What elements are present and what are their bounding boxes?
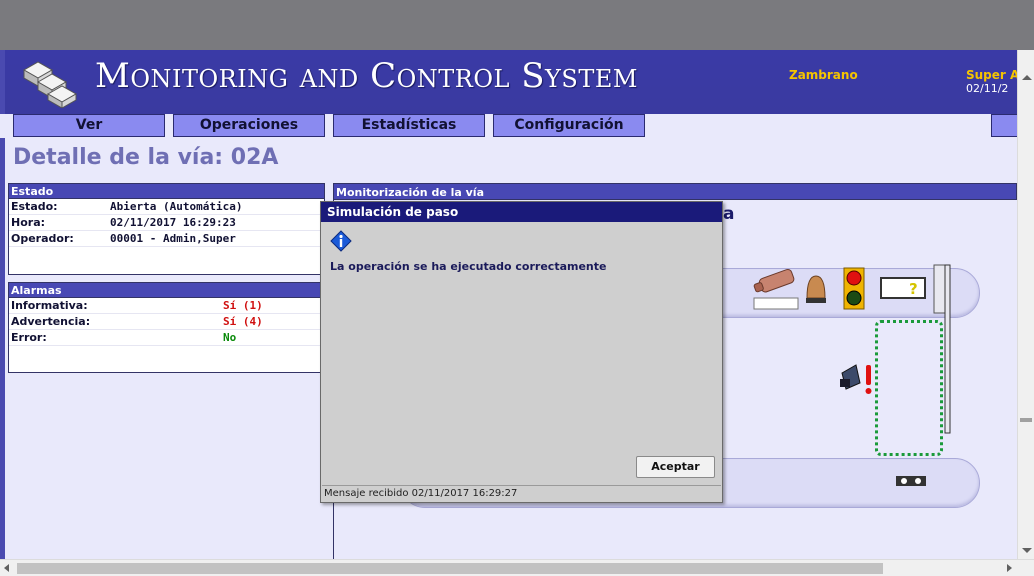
dialog-title: Simulación de paso [321, 202, 722, 222]
info-icon [330, 230, 352, 252]
menu-estadisticas[interactable]: Estadísticas [333, 114, 485, 137]
advertencia-label: Advertencia: [11, 315, 91, 328]
scroll-down-icon[interactable] [1022, 548, 1032, 553]
app-banner: Monitoring and Control System Zambrano S… [0, 50, 1020, 114]
alarmas-header: Alarmas [9, 283, 324, 298]
alarmas-panel: Alarmas Informativa: Sí (1) Advertencia:… [8, 282, 325, 373]
informativa-value[interactable]: Sí (1) [223, 299, 263, 312]
accept-button[interactable]: Aceptar [636, 456, 715, 478]
scroll-thumb-horizontal[interactable] [17, 563, 883, 574]
menu-bar: Ver Operaciones Estadísticas Configuraci… [0, 114, 1017, 138]
hora-value: 02/11/2017 16:29:23 [110, 216, 236, 229]
error-value: No [223, 331, 237, 344]
vertical-scrollbar[interactable] [1017, 50, 1034, 559]
menu-overflow[interactable] [991, 114, 1017, 137]
lane-title-fragment: a [723, 204, 735, 224]
traffic-light-icon[interactable] [843, 267, 865, 310]
operador-value: 00001 - Admin,Super [110, 232, 236, 245]
menu-ver[interactable]: Ver [13, 114, 165, 137]
estado-row: Estado: Abierta (Automática) [9, 199, 324, 215]
app-logo-icon [22, 61, 78, 108]
scroll-thumb[interactable] [1020, 418, 1032, 422]
menu-configuracion[interactable]: Configuración [493, 114, 645, 137]
alarm-row-error: Error: No [9, 330, 324, 346]
page-title: Detalle de la vía: 02A [13, 145, 279, 170]
menu-operaciones[interactable]: Operaciones [173, 114, 325, 137]
hora-label: Hora: [11, 216, 46, 229]
dialog-status: Mensaje recibido 02/11/2017 16:29:27 [322, 485, 721, 501]
vehicle-detector-zone [875, 320, 943, 456]
alarm-row-advertencia: Advertencia: Sí (4) [9, 314, 324, 330]
horizontal-scrollbar[interactable] [0, 559, 1034, 576]
app-title: Monitoring and Control System [95, 56, 638, 96]
camera-icon[interactable] [752, 268, 800, 310]
operador-row: Operador: 00001 - Admin,Super [9, 231, 324, 247]
hora-row: Hora: 02/11/2017 16:29:23 [9, 215, 324, 231]
informativa-label: Informativa: [11, 299, 88, 312]
estado-value: Abierta (Automática) [110, 200, 243, 213]
svg-text:?: ? [909, 280, 918, 298]
scroll-right-icon[interactable] [1007, 564, 1012, 572]
error-label: Error: [11, 331, 47, 344]
scroll-left-icon[interactable] [4, 564, 9, 572]
user-name: Zambrano [789, 68, 858, 82]
warning-icon[interactable] [838, 357, 878, 397]
operador-label: Operador: [11, 232, 74, 245]
dome-icon[interactable] [804, 274, 828, 304]
advertencia-value[interactable]: Sí (4) [223, 315, 263, 328]
monitor-header: Monitorización de la vía [333, 183, 1017, 200]
display-sign-icon[interactable]: ? [880, 277, 926, 299]
simulation-dialog: Simulación de paso La operación se ha ej… [320, 201, 723, 503]
user-role: Super A [966, 68, 1020, 82]
detector-icon[interactable] [895, 475, 927, 487]
estado-label: Estado: [11, 200, 58, 213]
scroll-up-icon[interactable] [1022, 75, 1032, 80]
user-date: 02/11/2 [966, 82, 1009, 95]
browser-toolbar [0, 0, 1034, 50]
alarm-row-informativa: Informativa: Sí (1) [9, 298, 324, 314]
dialog-message: La operación se ha ejecutado correctamen… [330, 260, 607, 273]
estado-header: Estado [9, 184, 324, 199]
estado-panel: Estado Estado: Abierta (Automática) Hora… [8, 183, 325, 275]
